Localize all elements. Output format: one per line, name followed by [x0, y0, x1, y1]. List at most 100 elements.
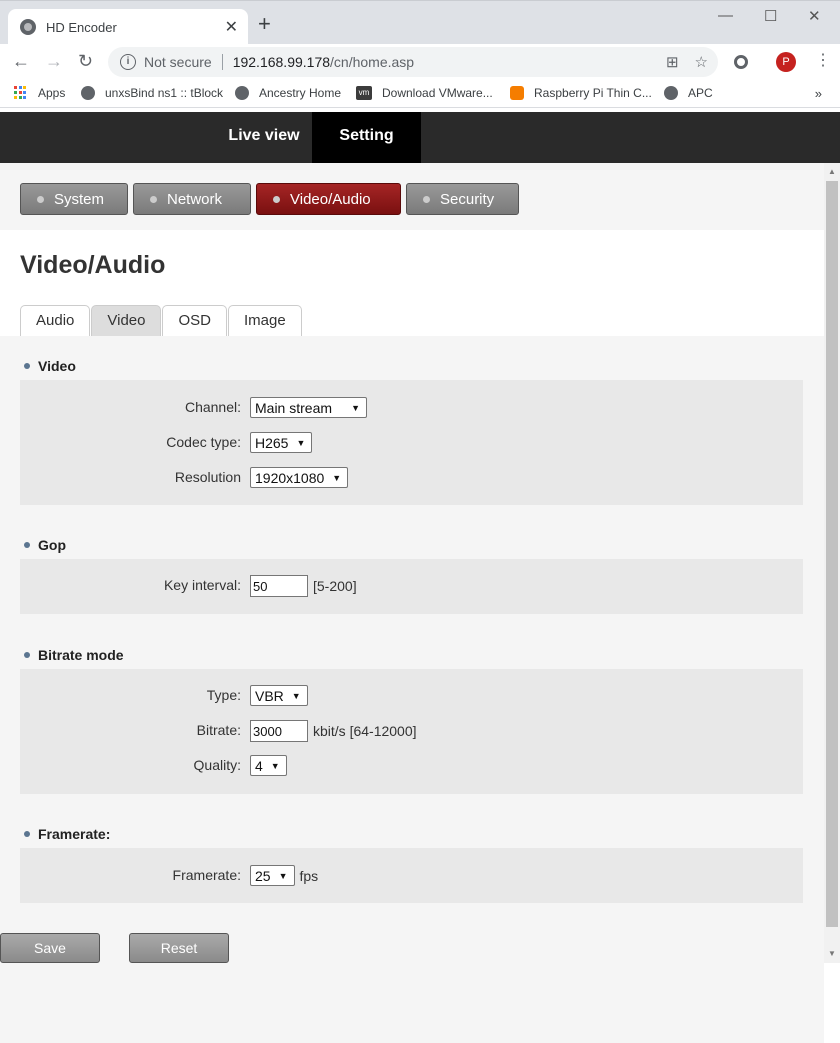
- globe-icon: [235, 86, 249, 100]
- section-title-framerate: Framerate:: [24, 826, 110, 842]
- new-tab-button[interactable]: +: [258, 13, 271, 35]
- dropdown-arrow-icon: ▼: [332, 472, 342, 483]
- bullet-icon: [37, 195, 44, 203]
- resolution-select[interactable]: 1920x1080 ▼: [250, 467, 349, 488]
- browser-tab[interactable]: HD Encoder ✕: [8, 9, 248, 45]
- bitrate-row: Bitrate: 3000 kbit/s [64-12000]: [20, 720, 803, 742]
- subnav-video-audio[interactable]: Video/Audio: [256, 183, 401, 215]
- save-button[interactable]: Save: [0, 933, 100, 963]
- bookmark-apc[interactable]: APC: [664, 86, 713, 100]
- bitrate-type-select[interactable]: VBR ▼: [250, 685, 308, 706]
- security-label: Not secure: [144, 54, 212, 70]
- browser-toolbar: ← → ↻ i Not secure 192.168.99.178/cn/hom…: [0, 44, 840, 80]
- section-label: Bitrate mode: [38, 647, 124, 663]
- codec-value: H265: [255, 434, 289, 451]
- tab-video[interactable]: Video: [91, 305, 162, 336]
- subnav-security[interactable]: Security: [406, 183, 519, 215]
- subnav-network[interactable]: Network: [133, 183, 251, 215]
- reload-icon[interactable]: ↻: [78, 52, 93, 70]
- quality-select[interactable]: 4 ▼: [250, 755, 287, 776]
- minimize-icon[interactable]: —: [718, 7, 733, 24]
- bookmarks-overflow-icon[interactable]: »: [815, 86, 822, 101]
- bookmark-vmware[interactable]: vm Download VMware...: [356, 86, 493, 100]
- channel-select[interactable]: Main stream ▼: [250, 397, 367, 418]
- bitrate-input[interactable]: 3000: [250, 720, 308, 742]
- subnav-label: Video/Audio: [290, 190, 371, 208]
- bookmark-star-icon[interactable]: ☆: [695, 53, 708, 71]
- subnav-label: Security: [440, 190, 495, 208]
- tab-image[interactable]: Image: [227, 305, 302, 336]
- tab-bar: Audio Video OSD Image: [20, 305, 303, 336]
- page-header: Video/Audio Audio Video OSD Image: [0, 230, 824, 336]
- scroll-up-icon[interactable]: ▲: [828, 167, 836, 176]
- bookmark-unxsbind[interactable]: unxsBind ns1 :: tBlock: [81, 86, 223, 100]
- back-icon[interactable]: ←: [12, 52, 30, 70]
- nav-setting[interactable]: Setting: [312, 112, 421, 163]
- settings-content: System Network Video/Audio Security Vide…: [0, 163, 824, 1043]
- codec-row: Codec type: H265 ▼: [20, 432, 803, 454]
- tab-audio[interactable]: Audio: [20, 305, 91, 336]
- subnav-system[interactable]: System: [20, 183, 128, 215]
- quality-label: Quality:: [193, 757, 241, 773]
- bitrate-type-row: Type: VBR ▼: [20, 685, 803, 707]
- resolution-value: 1920x1080: [255, 469, 325, 486]
- tab-osd[interactable]: OSD: [162, 305, 227, 336]
- tab-close-icon[interactable]: ✕: [225, 17, 238, 37]
- section-title-video: Video: [24, 358, 76, 374]
- bitrate-type-value: VBR: [255, 687, 284, 704]
- bookmark-raspberry[interactable]: Raspberry Pi Thin C...: [510, 86, 652, 100]
- framerate-panel: Framerate: 25 ▼ fps: [20, 848, 803, 903]
- section-title-bitrate: Bitrate mode: [24, 647, 124, 663]
- gop-panel: Key interval: 50 [5-200]: [20, 559, 803, 614]
- bullet-icon: [423, 195, 430, 203]
- dropdown-arrow-icon: ▼: [351, 402, 360, 413]
- bookmarks-bar: Apps unxsBind ns1 :: tBlock Ancestry Hom…: [0, 80, 840, 108]
- url-host: 192.168.99.178: [232, 54, 331, 70]
- framerate-select[interactable]: 25 ▼: [250, 865, 295, 886]
- close-window-icon[interactable]: ✕: [808, 7, 821, 25]
- framerate-row: Framerate: 25 ▼ fps: [20, 865, 803, 887]
- reset-button[interactable]: Reset: [129, 933, 229, 963]
- address-bar[interactable]: i Not secure 192.168.99.178/cn/home.asp …: [108, 47, 718, 77]
- browser-tabstrip: HD Encoder ✕ + — ☐ ✕: [0, 0, 840, 45]
- bookmark-label: Raspberry Pi Thin C...: [534, 86, 652, 100]
- nav-live-view[interactable]: Live view: [216, 112, 312, 163]
- settings-subnav: System Network Video/Audio Security: [0, 163, 824, 230]
- bitrate-panel: Type: VBR ▼ Bitrate: 3000 kbit/s [64-120…: [20, 669, 803, 794]
- quality-value: 4: [255, 757, 263, 774]
- bookmark-label: APC: [688, 86, 713, 100]
- bitrate-unit: kbit/s [64-12000]: [313, 723, 417, 739]
- menu-icon[interactable]: ⋮: [815, 52, 831, 70]
- scrollbar[interactable]: ▲ ▼: [824, 163, 840, 963]
- channel-label: Channel:: [184, 399, 241, 415]
- channel-value: Main stream: [255, 399, 333, 416]
- translate-icon[interactable]: ⊞: [666, 53, 679, 71]
- quality-row: Quality: 4 ▼: [20, 755, 803, 777]
- extension-icon[interactable]: [734, 55, 748, 69]
- profile-avatar[interactable]: P: [776, 52, 796, 72]
- framerate-value: 25: [255, 867, 271, 884]
- codec-label: Codec type:: [166, 434, 241, 450]
- scroll-down-icon[interactable]: ▼: [828, 949, 836, 958]
- dropdown-arrow-icon: ▼: [296, 437, 306, 448]
- maximize-icon[interactable]: ☐: [764, 7, 777, 25]
- section-label: Video: [38, 358, 76, 374]
- bookmark-apps[interactable]: Apps: [14, 86, 65, 100]
- codec-select[interactable]: H265 ▼: [250, 432, 313, 453]
- info-icon[interactable]: i: [120, 54, 136, 70]
- key-interval-range: [5-200]: [313, 578, 357, 594]
- divider: [221, 54, 223, 70]
- bullet-icon: [24, 363, 30, 369]
- framerate-unit: fps: [299, 867, 319, 884]
- dropdown-arrow-icon: ▼: [278, 870, 288, 881]
- scrollbar-thumb[interactable]: [826, 181, 838, 927]
- resolution-row: Resolution 1920x1080 ▼: [20, 467, 803, 489]
- subnav-label: Network: [167, 190, 223, 208]
- page-title: Video/Audio: [20, 251, 166, 279]
- bookmark-label: Download VMware...: [382, 86, 493, 100]
- key-interval-input[interactable]: 50: [250, 575, 308, 597]
- section-label: Gop: [38, 537, 66, 553]
- bookmark-ancestry[interactable]: Ancestry Home: [235, 86, 341, 100]
- dropdown-arrow-icon: ▼: [291, 690, 301, 701]
- forward-icon[interactable]: →: [45, 52, 63, 70]
